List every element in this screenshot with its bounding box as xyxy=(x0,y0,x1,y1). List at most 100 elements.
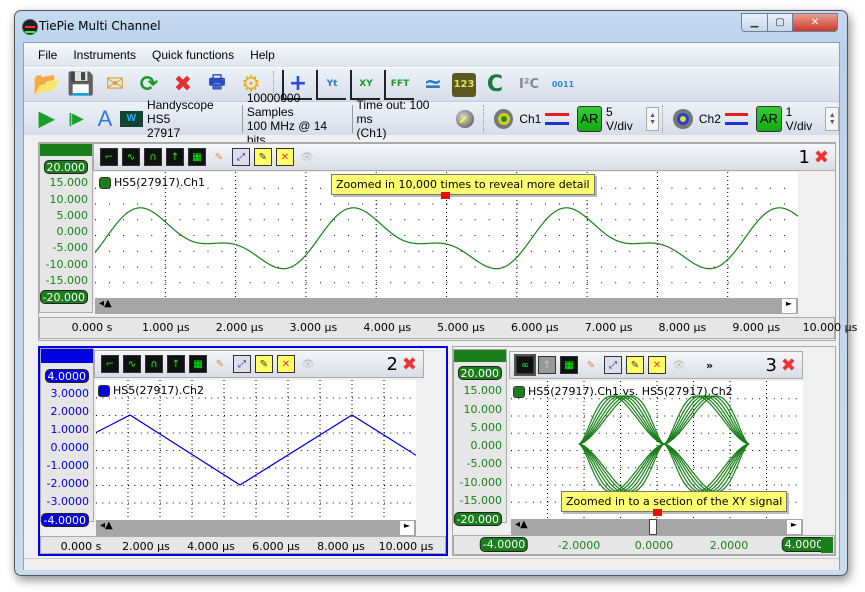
menu-help[interactable]: Help xyxy=(250,48,275,62)
close-window-button[interactable]: ✕ xyxy=(792,13,838,32)
channels-icon[interactable]: ▦ xyxy=(188,148,206,166)
open-icon[interactable]: 📂 xyxy=(32,70,62,100)
xy-mode-icon[interactable]: ∞ xyxy=(514,354,536,376)
horizontal-scrollbar[interactable]: ◂▲ ► xyxy=(95,298,798,314)
trace-legend[interactable]: HS5(27917).Ch2 xyxy=(98,384,204,397)
scroll-left-icon[interactable]: ◂▲ xyxy=(515,519,528,530)
remove-labels-icon[interactable]: ✕ xyxy=(276,148,294,166)
scroll-right-icon[interactable]: ► xyxy=(782,299,796,313)
ch2-coupling-icon[interactable] xyxy=(724,112,749,125)
grid-dot xyxy=(649,450,651,451)
xy-graph-icon[interactable]: XY xyxy=(350,69,380,100)
maximize-button[interactable]: ▢ xyxy=(767,13,793,32)
trigger-knob-icon[interactable] xyxy=(456,109,474,128)
hide-icon[interactable]: 👁 xyxy=(299,355,317,373)
meter-icon[interactable]: ≃ xyxy=(418,70,448,100)
mail-icon[interactable]: ✉ xyxy=(100,70,130,100)
delete-icon[interactable]: ✖ xyxy=(168,70,198,100)
horizontal-scrollbar[interactable]: ◂▲ ► xyxy=(96,520,416,536)
trace-legend[interactable]: HS5(27917).Ch1 xyxy=(99,176,205,189)
peak-icon[interactable]: ↑ xyxy=(538,356,556,374)
peak-icon[interactable]: ↑ xyxy=(167,355,185,373)
add-label-icon[interactable]: ✎ xyxy=(626,356,644,374)
channels-icon[interactable]: ▦ xyxy=(189,355,207,373)
ch1-autorange-button[interactable]: AR xyxy=(576,105,603,132)
y-tick-label[interactable]: -4.0000 xyxy=(40,513,89,527)
zoom-window-icon[interactable]: ⤢ xyxy=(233,355,251,373)
annotation-label[interactable]: Zoomed in 10,000 times to reveal more de… xyxy=(331,174,595,195)
envelope-icon[interactable]: ∩ xyxy=(144,148,162,166)
more-tools-button[interactable]: » xyxy=(706,359,713,372)
ch2-connector-icon[interactable] xyxy=(673,108,693,129)
save-icon[interactable]: 💾 xyxy=(66,70,96,100)
annotation-label[interactable]: Zoomed in to a section of the XY signal xyxy=(561,491,788,512)
trace-legend[interactable]: HS5(27917).Ch1 vs. HS5(27917).Ch2 xyxy=(513,385,733,398)
step-icon[interactable]: ⌐ xyxy=(101,355,119,373)
ch1-coupling-icon[interactable] xyxy=(545,112,569,125)
peak-icon[interactable]: ↑ xyxy=(166,148,184,166)
y-tick-label[interactable]: -20.000 xyxy=(39,290,88,304)
numeric-display-icon[interactable]: 123 xyxy=(452,72,476,97)
ch2-range-spinner[interactable]: ▲ ▼ xyxy=(825,106,839,131)
scroll-left-icon[interactable]: ◂▲ xyxy=(100,520,113,531)
y-axis-scale[interactable]: 20.000 15.000 10.000 5.000 0.000 -5.000 -10.00… xyxy=(453,349,507,526)
eraser-icon[interactable]: ✎ xyxy=(582,356,600,374)
x-axis-scale[interactable]: 0.000 s 1.000 µs 2.000 µs 3.000 µs 4.000 µs 5… xyxy=(39,317,857,339)
scroll-left-icon[interactable]: ◂▲ xyxy=(99,298,112,309)
refresh-icon[interactable]: ⟳ xyxy=(134,70,164,100)
add-label-icon[interactable]: ✎ xyxy=(254,148,272,166)
plot-area[interactable]: HS5(27917).Ch1 vs. HS5(27917).Ch2 Zoomed… xyxy=(511,381,803,519)
signal-icon[interactable]: ∿ xyxy=(122,148,140,166)
horizontal-scrollbar[interactable]: ◂▲ ► xyxy=(511,519,803,535)
y-axis-scale[interactable]: 20.000 15.000 10.000 5.000 0.000 -5.000 -10.00… xyxy=(39,143,93,313)
grid-dot xyxy=(147,397,149,399)
y-tick-label[interactable]: 4.0000 xyxy=(44,369,89,383)
close-graph-button[interactable]: ✖ xyxy=(781,355,796,376)
menu-instruments[interactable]: Instruments xyxy=(73,48,136,62)
plot-area[interactable]: HS5(27917).Ch2 xyxy=(96,380,416,520)
zoom-window-icon[interactable]: ⤢ xyxy=(604,356,622,374)
remove-labels-icon[interactable]: ✕ xyxy=(277,355,295,373)
close-graph-button[interactable]: ✖ xyxy=(814,147,829,168)
auto-setup-icon[interactable]: A xyxy=(90,104,119,134)
sampling-info[interactable]: 10000000 Samples 100 MHz @ 14 bits xyxy=(243,91,353,147)
step-icon[interactable]: ⌐ xyxy=(100,148,118,166)
instrument-info[interactable]: Handyscope HS5 27917 xyxy=(143,98,243,140)
start-icon[interactable]: ▶ xyxy=(32,104,61,134)
y-axis-scale[interactable]: 4.0000 3.0000 2.0000 1.0000 0.0000 -1.0000 -2.… xyxy=(40,348,94,527)
x-axis-scale[interactable]: 0.000 s 2.000 µs 4.000 µs 6.000 µs 8.000 µs 1… xyxy=(40,536,446,554)
signal-icon[interactable]: ∿ xyxy=(123,355,141,373)
minimize-button[interactable]: ▁ xyxy=(741,13,768,32)
plot-area[interactable]: HS5(27917).Ch1 Zoomed in 10,000 times to… xyxy=(95,172,798,298)
channels-icon[interactable]: ▦ xyxy=(560,356,578,374)
zoom-window-icon[interactable]: ⤢ xyxy=(232,148,250,166)
ch2-autorange-button[interactable]: AR xyxy=(756,105,782,132)
scroll-thumb[interactable] xyxy=(649,519,657,535)
hide-icon[interactable]: 👁 xyxy=(298,148,316,166)
i2c-icon[interactable]: I²C xyxy=(514,70,544,100)
trigger-info[interactable]: Time out: 100 ms (Ch1) xyxy=(353,98,451,140)
can-bus-icon[interactable]: C xyxy=(480,70,510,100)
scroll-right-icon[interactable]: ► xyxy=(400,521,414,535)
close-graph-button[interactable]: ✖ xyxy=(402,354,417,375)
print-icon[interactable]: 🖶 xyxy=(202,70,232,100)
y-tick-label[interactable]: -20.000 xyxy=(453,512,502,526)
menu-file[interactable]: File xyxy=(38,48,57,62)
ch1-range-spinner[interactable]: ▲ ▼ xyxy=(645,106,660,131)
envelope-icon[interactable]: ∩ xyxy=(145,355,163,373)
remove-labels-icon[interactable]: ✕ xyxy=(648,356,666,374)
eraser-icon[interactable]: ✎ xyxy=(211,355,229,373)
ch1-connector-icon[interactable] xyxy=(493,108,514,129)
grid-dot xyxy=(377,502,379,504)
menu-quick-functions[interactable]: Quick functions xyxy=(152,48,234,62)
single-shot-icon[interactable]: |▶ xyxy=(61,104,90,134)
serial-icon[interactable]: 0011 xyxy=(548,70,578,100)
eraser-icon[interactable]: ✎ xyxy=(210,148,228,166)
scroll-right-icon[interactable]: ► xyxy=(787,520,801,534)
y-tick-label[interactable]: 20.000 xyxy=(43,160,88,174)
add-label-icon[interactable]: ✎ xyxy=(255,355,273,373)
x-axis-scale[interactable]: -4.0000 -2.0000 0.0000 2.0000 4.0000 xyxy=(453,535,835,555)
y-tick-label[interactable]: 20.000 xyxy=(457,366,502,380)
hide-icon[interactable]: 👁 xyxy=(670,356,688,374)
fft-graph-icon[interactable]: FFT xyxy=(384,69,414,100)
